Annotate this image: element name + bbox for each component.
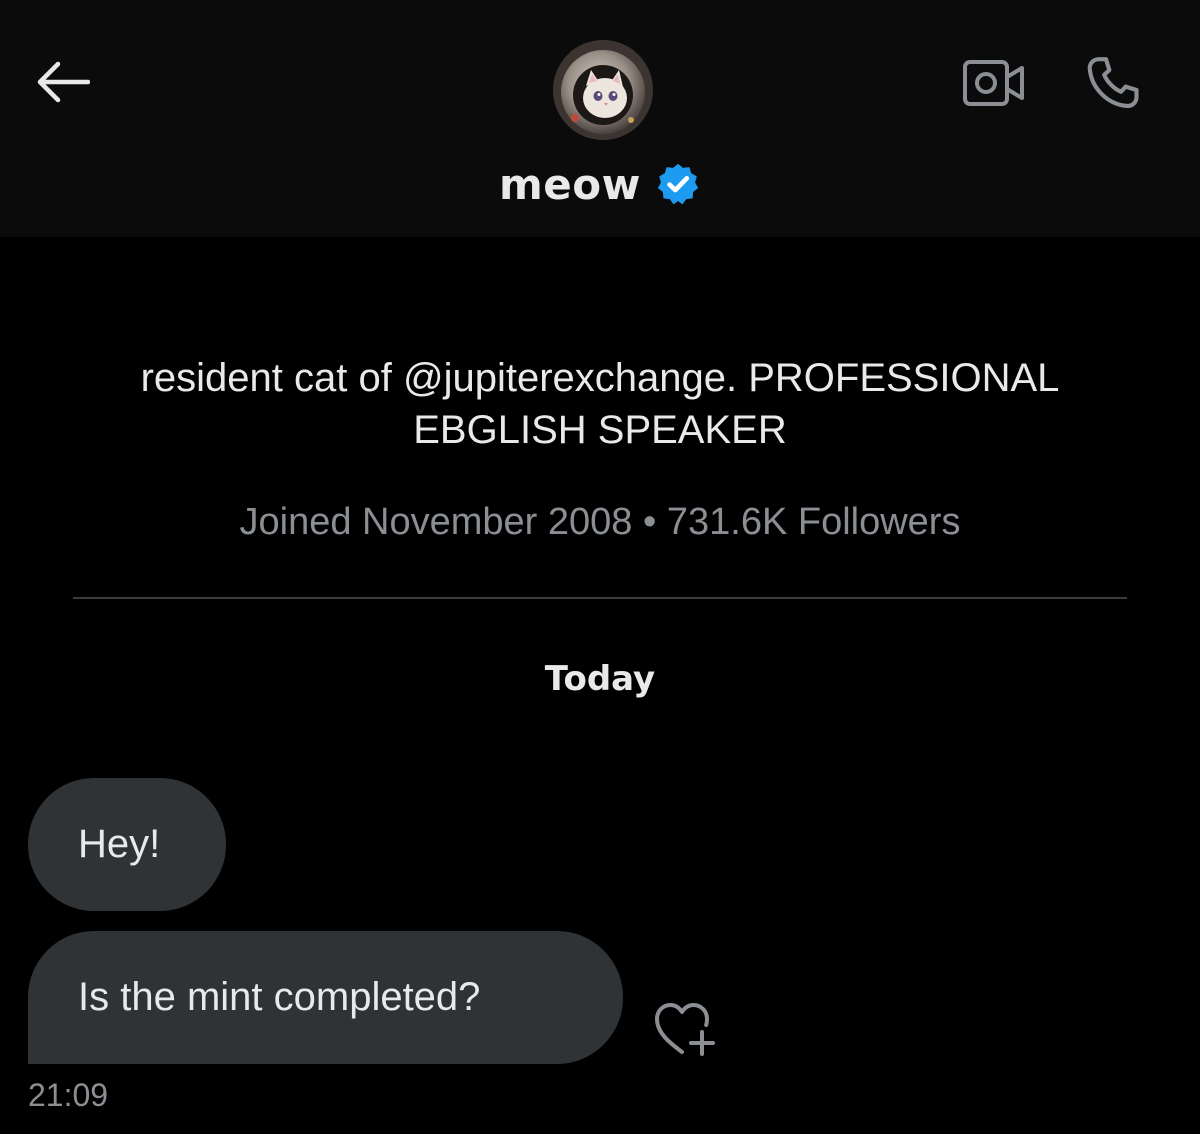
joined-date: Joined November 2008 [239, 501, 633, 543]
avatar[interactable] [553, 40, 653, 140]
message-text: Hey! [78, 822, 161, 866]
meta-separator: • [643, 501, 657, 543]
conversation-header: meow [0, 0, 1200, 237]
profile-meta: Joined November 2008 • 731.6K Followers [0, 498, 1200, 546]
message-text: Is the mint completed? [78, 975, 481, 1019]
display-name[interactable]: meow [499, 160, 641, 209]
phone-icon [1087, 57, 1139, 109]
followers-count[interactable]: 731.6K Followers [667, 501, 961, 543]
bio-line-2: EBGLISH SPEAKER [413, 408, 787, 452]
divider [73, 597, 1127, 599]
day-separator: Today [544, 659, 656, 699]
profile-bio: resident cat of @jupiterexchange. PROFES… [60, 352, 1140, 456]
display-name-row: meow [0, 152, 1200, 216]
message-bubble[interactable]: Is the mint completed? [28, 931, 623, 1064]
bio-line-1: resident cat of @jupiterexchange. PROFES… [140, 356, 1060, 400]
message-bubble[interactable]: Hey! [28, 778, 226, 911]
video-call-button[interactable] [955, 52, 1031, 114]
back-button[interactable] [30, 52, 94, 112]
verified-badge-icon [657, 163, 699, 205]
add-reaction-button[interactable] [650, 998, 720, 1060]
message-timestamp: 21:09 [28, 1077, 109, 1113]
video-camera-icon [963, 60, 1024, 106]
cat-astronaut-avatar-icon [553, 40, 653, 140]
heart-plus-icon [655, 1003, 715, 1056]
arrow-left-icon [37, 61, 90, 103]
voice-call-button[interactable] [1077, 50, 1149, 116]
